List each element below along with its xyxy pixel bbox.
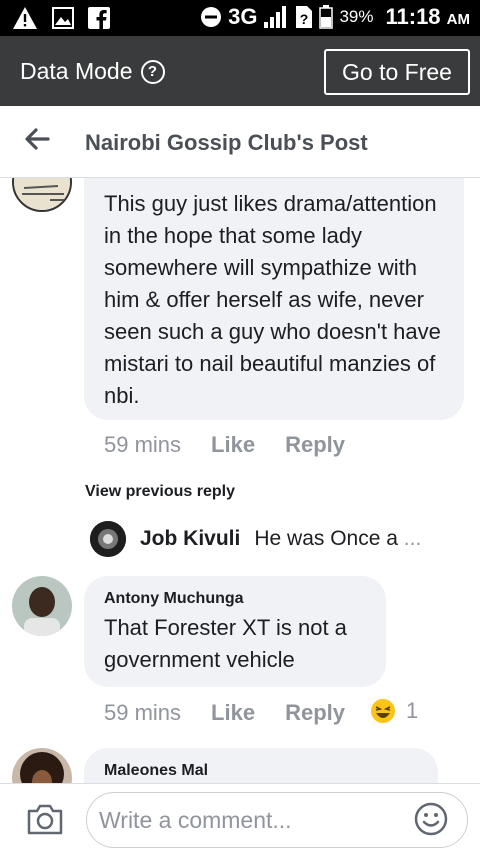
comment-actions: 59 mins Like Reply <box>104 432 345 458</box>
reply-button[interactable]: Reply <box>285 432 345 458</box>
reply-text-content: He was Once a <box>254 527 398 550</box>
avatar-image <box>12 748 72 783</box>
avatar-image <box>12 576 72 636</box>
gallery-icon <box>52 7 74 29</box>
avatar[interactable] <box>12 576 72 636</box>
avatar-image <box>90 521 126 557</box>
battery-icon <box>319 5 334 29</box>
battery-percent: 39% <box>339 7 374 26</box>
camera-icon[interactable] <box>26 802 64 836</box>
clock-ampm: AM <box>446 11 470 28</box>
facebook-icon <box>88 7 110 29</box>
status-bar: 3G ? 39% 11:18 AM <box>0 0 480 36</box>
data-mode-label[interactable]: Data Mode ? <box>20 58 165 85</box>
view-previous-reply-link[interactable]: View previous reply <box>85 483 235 501</box>
comment-bubble[interactable]: Antony Muchunga That Forester XT is not … <box>84 576 386 687</box>
network-type: 3G <box>228 4 258 29</box>
comment-bubble[interactable]: This guy just likes drama/attention in t… <box>84 178 464 420</box>
avatar-image <box>14 178 70 210</box>
go-to-free-button[interactable]: Go to Free <box>324 49 470 95</box>
avatar[interactable] <box>12 178 72 212</box>
reaction-summary[interactable]: 1 <box>370 698 418 724</box>
dnd-icon <box>201 7 222 27</box>
comments-list[interactable]: This guy just likes drama/attention in t… <box>0 178 480 783</box>
comment-composer <box>0 783 480 854</box>
clock: 11:18 AM <box>385 4 470 30</box>
page-title: Nairobi Gossip Club's Post <box>85 130 368 155</box>
alert-icon <box>13 7 37 29</box>
data-mode-text: Data Mode <box>20 58 133 84</box>
comment-text: That Forester XT is not a government veh… <box>104 615 347 672</box>
reply-button[interactable]: Reply <box>285 700 345 726</box>
reply-ellipsis: ... <box>403 527 422 550</box>
comment-input[interactable] <box>86 792 468 848</box>
no-sim-icon: ? <box>296 6 313 28</box>
comment-text: This guy just likes drama/attention in t… <box>104 191 441 408</box>
back-arrow-icon[interactable] <box>22 124 52 154</box>
post-header: Nairobi Gossip Club's Post <box>0 106 480 178</box>
reply-text: He was Once a ... <box>254 527 421 551</box>
comment-author[interactable]: Antony Muchunga <box>104 590 366 608</box>
haha-reaction-icon <box>371 699 395 723</box>
data-mode-bar: Data Mode ? Go to Free <box>0 36 480 106</box>
avatar[interactable] <box>90 521 126 557</box>
svg-text:?: ? <box>300 11 309 27</box>
notification-icons <box>12 6 110 30</box>
emoji-icon[interactable] <box>414 802 448 836</box>
reaction-count: 1 <box>406 698 419 723</box>
like-button[interactable]: Like <box>211 432 255 458</box>
signal-icon <box>264 6 287 28</box>
comment-author[interactable]: Maleones Mal <box>104 762 418 780</box>
comment-time: 59 mins <box>104 700 182 725</box>
comment-time: 59 mins <box>104 432 182 457</box>
system-indicators: 3G ? 39% 11:18 AM <box>200 4 470 30</box>
reply-author[interactable]: Job Kivuli <box>140 527 240 551</box>
clock-time: 11:18 <box>385 4 441 29</box>
reply-preview[interactable]: Job Kivuli He was Once a ... <box>90 521 421 557</box>
help-icon[interactable]: ? <box>140 59 165 84</box>
comment-bubble[interactable]: Maleones Mal <box>84 748 438 783</box>
like-button[interactable]: Like <box>211 700 255 726</box>
avatar[interactable] <box>12 748 72 783</box>
